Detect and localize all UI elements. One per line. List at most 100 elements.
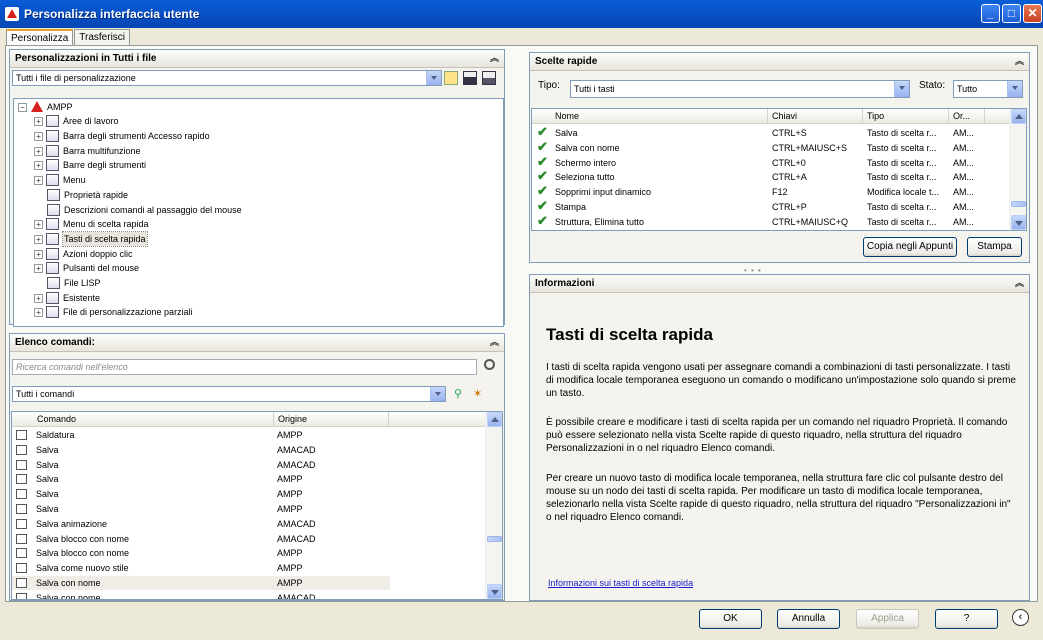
file-select[interactable]: Tutti i file di personalizzazione bbox=[12, 70, 442, 86]
scroll-thumb[interactable] bbox=[487, 536, 502, 542]
command-search-input[interactable]: Ricerca comandi nell'elenco bbox=[12, 359, 477, 375]
collapse-icon[interactable]: ︽ bbox=[1014, 278, 1025, 289]
close-button[interactable]: ✕ bbox=[1023, 4, 1042, 23]
expand-toggle[interactable]: + bbox=[34, 263, 43, 273]
tree-item-lisp-files[interactable]: File LISP bbox=[47, 276, 101, 290]
type-select[interactable]: Tutti i tasti bbox=[570, 80, 910, 98]
shortcut-row[interactable]: ✔ Schermo intero CTRL+0 Tasto di scelta r..… bbox=[532, 154, 1010, 170]
expand-toggle[interactable]: + bbox=[34, 293, 43, 303]
collapse-icon[interactable]: ︽ bbox=[489, 53, 500, 64]
help-button[interactable]: ? bbox=[935, 609, 998, 629]
expand-toggle[interactable]: + bbox=[34, 131, 43, 141]
chevron-down-icon[interactable] bbox=[426, 71, 441, 85]
tree-item-ampp[interactable]: − AMPP bbox=[18, 100, 73, 114]
collapse-icon[interactable]: ︽ bbox=[489, 337, 500, 348]
column-origin[interactable]: Origine bbox=[274, 412, 389, 427]
command-row[interactable]: Salva AMPP bbox=[12, 472, 390, 486]
tree-item-shortcut-menus[interactable]: + Menu di scelta rapida bbox=[34, 217, 149, 231]
expand-toggle[interactable]: + bbox=[34, 116, 43, 126]
collapse-dialog-icon[interactable]: ‹ bbox=[1012, 609, 1029, 626]
shortcut-name: Salva con nome bbox=[555, 142, 620, 153]
scroll-down-button[interactable] bbox=[487, 584, 502, 599]
command-row[interactable]: Salva AMPP bbox=[12, 502, 390, 516]
find-command-icon[interactable]: ⚲ bbox=[454, 387, 468, 401]
search-icon[interactable] bbox=[484, 359, 495, 370]
expand-toggle[interactable]: + bbox=[34, 249, 43, 259]
tree-item-keyboard-shortcuts[interactable]: + Tasti di scelta rapida bbox=[34, 231, 148, 247]
shortcut-row[interactable]: ✔ Struttura, Elimina tutto CTRL+MAIUSC+Q Ta… bbox=[532, 213, 1010, 229]
shortcut-row[interactable]: ✔ Seleziona tutto CTRL+A Tasto di scelta r.… bbox=[532, 169, 1010, 184]
tree-item-toolbars[interactable]: + Barre degli strumenti bbox=[34, 158, 146, 172]
command-row[interactable]: Salva AMACAD bbox=[12, 458, 390, 472]
mouse-icon bbox=[46, 262, 59, 274]
column-type[interactable]: Tipo bbox=[863, 109, 949, 124]
column-keys[interactable]: Chiavi bbox=[768, 109, 863, 124]
tree-item-mouse-buttons[interactable]: + Pulsanti del mouse bbox=[34, 261, 139, 275]
scroll-up-button[interactable] bbox=[1011, 109, 1026, 124]
tree-item-double-click-actions[interactable]: + Azioni doppio clic bbox=[34, 247, 133, 261]
scroll-up-button[interactable] bbox=[487, 412, 502, 427]
command-row[interactable]: Salva come nuovo stile AMPP bbox=[12, 561, 390, 575]
tree-item-legacy[interactable]: + Esistente bbox=[34, 291, 100, 305]
chevron-down-icon[interactable] bbox=[894, 81, 909, 97]
menu-icon bbox=[46, 174, 59, 186]
state-select[interactable]: Tutto bbox=[953, 80, 1023, 98]
command-row[interactable]: Salva AMPP bbox=[12, 487, 390, 501]
command-row[interactable]: Salva blocco con nome AMPP bbox=[12, 546, 390, 560]
save-as-icon[interactable] bbox=[482, 71, 496, 85]
shortcut-origin: AM... bbox=[953, 128, 975, 138]
tab-personalizza[interactable]: Personalizza bbox=[6, 29, 74, 46]
maximize-button[interactable]: □ bbox=[1002, 4, 1021, 23]
open-file-icon[interactable] bbox=[444, 71, 458, 85]
tree-item-rollover-tooltips[interactable]: Descrizioni comandi al passaggio del mou… bbox=[47, 203, 242, 217]
expand-toggle[interactable]: + bbox=[34, 234, 43, 244]
command-row[interactable]: Salva con nome AMACAD bbox=[12, 591, 390, 600]
scroll-down-button[interactable] bbox=[1011, 215, 1026, 230]
info-help-link[interactable]: Informazioni sui tasti di scelta rapida bbox=[548, 578, 693, 588]
ok-button[interactable]: OK bbox=[699, 609, 762, 629]
print-button[interactable]: Stampa bbox=[967, 237, 1022, 257]
tab-trasferisci[interactable]: Trasferisci bbox=[74, 29, 131, 45]
command-row[interactable]: Salva animazione AMACAD bbox=[12, 517, 390, 531]
shortcut-row[interactable]: ✔ Stampa CTRL+P Tasto di scelta r... AM... bbox=[532, 199, 1010, 214]
cancel-button[interactable]: Annulla bbox=[777, 609, 840, 629]
tree-item-ribbon[interactable]: + Barra multifunzione bbox=[34, 144, 141, 158]
apply-button[interactable]: Applica bbox=[856, 609, 919, 629]
column-name[interactable]: Nome bbox=[532, 109, 768, 124]
expand-toggle[interactable]: + bbox=[34, 160, 43, 170]
tree-item-partial-files[interactable]: + File di personalizzazione parziali bbox=[34, 305, 193, 319]
tree-item-quick-access-toolbar[interactable]: + Barra degli strumenti Accesso rapido bbox=[34, 129, 210, 143]
shortcut-row[interactable]: ✔ Sopprimi input dinamico F12 Modifica loca… bbox=[532, 184, 1010, 199]
command-name: Salva con nome bbox=[36, 592, 101, 600]
tree-item-quick-properties[interactable]: Proprietà rapide bbox=[47, 188, 128, 202]
expand-toggle[interactable]: + bbox=[34, 146, 43, 156]
shortcut-type: Tasto di scelta r... bbox=[867, 128, 937, 138]
collapse-icon[interactable]: ︽ bbox=[1014, 56, 1025, 67]
expand-toggle[interactable]: + bbox=[34, 307, 43, 317]
command-row[interactable]: Salva con nome AMPP bbox=[12, 576, 390, 590]
chevron-down-icon[interactable] bbox=[1007, 81, 1022, 97]
command-row[interactable]: Salva blocco con nome AMACAD bbox=[12, 532, 390, 546]
shortcut-row[interactable]: ✔ Salva CTRL+S Tasto di scelta r... AM... bbox=[532, 125, 1010, 140]
expand-toggle[interactable]: + bbox=[34, 175, 43, 185]
shortcuts-scrollbar[interactable] bbox=[1009, 109, 1026, 230]
tree-item-label: Pulsanti del mouse bbox=[63, 263, 140, 273]
collapse-toggle[interactable]: − bbox=[18, 102, 27, 112]
tree-item-menu[interactable]: + Menu bbox=[34, 173, 86, 187]
scroll-thumb[interactable] bbox=[1011, 201, 1026, 207]
command-scrollbar[interactable] bbox=[485, 412, 502, 599]
column-origin[interactable]: Or... bbox=[949, 109, 985, 124]
save-icon[interactable] bbox=[463, 71, 477, 85]
copy-to-clipboard-button[interactable]: Copia negli Appunti bbox=[863, 237, 957, 257]
column-command[interactable]: Comando bbox=[12, 412, 274, 427]
tree-item-aree-di-lavoro[interactable]: + Aree di lavoro bbox=[34, 114, 119, 128]
minimize-button[interactable]: _ bbox=[981, 4, 1000, 23]
new-command-icon[interactable]: ✶ bbox=[473, 387, 487, 401]
shortcut-type: Tasto di scelta r... bbox=[867, 172, 937, 183]
expand-toggle[interactable]: + bbox=[34, 219, 43, 229]
shortcut-row[interactable]: ✔ Salva con nome CTRL+MAIUSC+S Tasto di sce… bbox=[532, 139, 1010, 155]
command-row[interactable]: Saldatura AMPP bbox=[12, 428, 390, 442]
chevron-down-icon[interactable] bbox=[430, 387, 445, 401]
command-filter-select[interactable]: Tutti i comandi bbox=[12, 386, 446, 402]
command-row[interactable]: Salva AMACAD bbox=[12, 443, 390, 457]
